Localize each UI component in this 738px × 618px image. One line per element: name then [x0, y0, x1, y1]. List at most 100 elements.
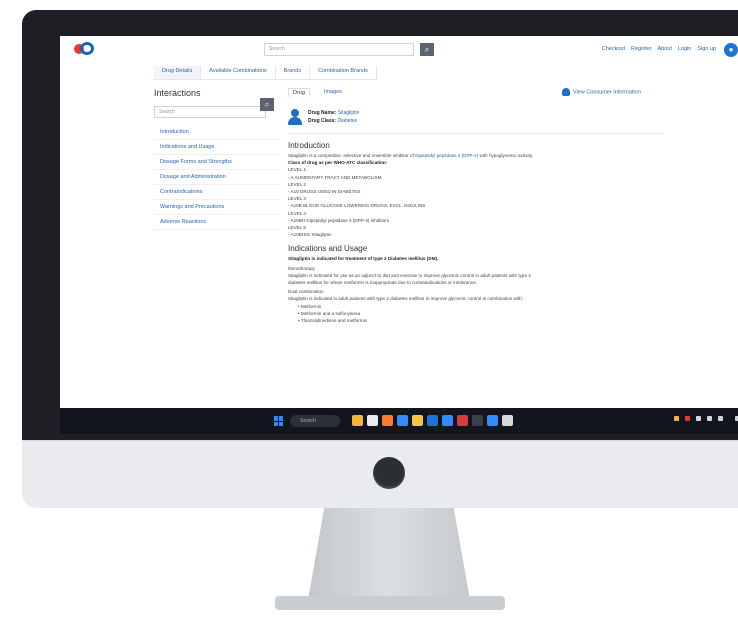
sidebar-item-dosage-forms[interactable]: Dosage Forms and Strengths: [154, 155, 280, 170]
consumer-info-link[interactable]: View Consumer Information: [562, 88, 641, 96]
indications-heading: Indications and Usage: [288, 244, 368, 254]
sidebar-search-icon[interactable]: ⌕: [260, 98, 274, 111]
drug-name-label: Drug Name:: [308, 110, 337, 116]
intro-line-text: - A10BH01 Sitagliptin: [288, 232, 332, 238]
taskbar-app-icon[interactable]: [472, 415, 483, 426]
system-tray: [674, 416, 738, 421]
main-tabs: Drug Details Available Combinations Bran…: [154, 66, 377, 80]
intro-line-text: LEVEL 1: [288, 167, 306, 173]
sidebar-item-indications[interactable]: Indications and Usage: [154, 140, 280, 155]
intro-line-text: LEVEL 3: [288, 196, 306, 202]
indications-monotherapy-line-1: Sitagliptin is indicated for use as an a…: [288, 272, 531, 278]
list-item: • Metformin and a sulfonylurea: [298, 310, 361, 316]
intro-line: - A ALIMENTARY TRACT AND METABOLISM: [288, 174, 664, 181]
top-link-login[interactable]: Login: [678, 46, 691, 52]
top-link-register[interactable]: Register: [631, 46, 651, 52]
indications-dual-label: Dual combination: [288, 289, 324, 295]
bullet-text: Metformin: [300, 303, 322, 309]
content-body: Introduction Sitagliptin is a competitiv…: [288, 133, 664, 324]
indications-monotherapy-label: Monotherapy: [288, 265, 315, 271]
intro-line: LEVEL 5: [288, 224, 664, 231]
search-icon[interactable]: ⌕: [420, 43, 434, 56]
intro-line: - A10B BLOOD GLUCOSE LOWERING DRUGS, EXC…: [288, 202, 664, 209]
drug-meta: Drug Name: Sitagliptin Drug Class: Diabe…: [308, 109, 359, 125]
list-item: • Thiazolidinedione and metformin: [298, 318, 368, 324]
intro-line-text: LEVEL 4: [288, 210, 306, 216]
bullet-text: Metformin and a sulfonylurea: [300, 310, 361, 316]
intro-line-text: - A10BH Dipeptidyl peptidase 4 (DPP-4) i…: [288, 217, 390, 223]
monitor-stand: [308, 508, 470, 600]
intro-line: - A10 DRUGS USED IN DIABETES: [288, 188, 664, 195]
intro-bold-line: Class of drug as per WHO-ATC classificat…: [288, 160, 388, 166]
indications-dual-line-1: Sitagliptin is indicated in adult patien…: [288, 296, 523, 302]
intro-inline-link[interactable]: Dipeptidyl peptidase 4 (DPP-4): [415, 153, 478, 158]
list-item: • Metformin: [298, 303, 322, 309]
tray-icon[interactable]: [685, 416, 690, 421]
drug-person-icon: [288, 109, 302, 125]
intro-line: - A10BH Dipeptidyl peptidase 4 (DPP-4) i…: [288, 217, 664, 224]
taskbar-app-icon[interactable]: [367, 415, 378, 426]
intro-line: Sitagliptin is a competitive, selective …: [288, 152, 664, 159]
drug-class-value[interactable]: Diabetes: [337, 118, 357, 124]
screen: Search ⌕ Checkout Register About Login S…: [60, 36, 738, 434]
introduction-heading: Introduction: [288, 141, 330, 150]
taskbar-apps: [352, 415, 513, 426]
top-search-input[interactable]: Search: [264, 43, 414, 56]
sidebar-item-contraindications[interactable]: Contraindications: [154, 185, 280, 200]
introduction-text: Sitagliptin is a competitive, selective …: [288, 152, 664, 238]
intro-line: LEVEL 4: [288, 210, 664, 217]
person-icon: [562, 88, 570, 96]
intro-line-tail: with hypoglycemic activity.: [478, 153, 534, 158]
sidebar-search-input[interactable]: Search: [154, 106, 266, 118]
subtab-images[interactable]: Images: [320, 88, 346, 97]
intro-line-text: - A10 DRUGS USED IN DIABETES: [288, 189, 361, 195]
top-link-about[interactable]: About: [658, 46, 672, 52]
site-logo[interactable]: [74, 42, 96, 56]
tray-icon[interactable]: [696, 416, 701, 421]
subtab-drug[interactable]: Drug: [288, 88, 310, 97]
drug-name-value[interactable]: Sitagliptin: [338, 110, 360, 116]
top-link-signup[interactable]: Sign up: [697, 46, 716, 52]
bullet-text: Thiazolidinedione and metformin: [300, 318, 368, 324]
sidebar-title: Interactions: [154, 88, 201, 98]
indications-summary: Sitagliptin is indicated for treatment o…: [288, 256, 439, 262]
intro-line: LEVEL 1: [288, 166, 664, 173]
taskbar-app-icon[interactable]: [427, 415, 438, 426]
top-link-checkout[interactable]: Checkout: [602, 46, 625, 52]
sidebar-item-dosage-administration[interactable]: Dosage and Administration: [154, 170, 280, 185]
volume-icon[interactable]: [718, 416, 723, 421]
intro-line: LEVEL 2: [288, 181, 664, 188]
tab-available-combinations[interactable]: Available Combinations: [201, 66, 276, 79]
tab-brands[interactable]: Brands: [276, 66, 311, 79]
taskbar-app-icon[interactable]: [412, 415, 423, 426]
taskbar: Search: [60, 408, 738, 434]
windows-start-icon[interactable]: [274, 416, 284, 426]
intro-line-text: - A ALIMENTARY TRACT AND METABOLISM: [288, 174, 382, 180]
taskbar-search[interactable]: Search: [290, 415, 340, 427]
taskbar-app-icon[interactable]: [487, 415, 498, 426]
intro-line-text: Sitagliptin is a competitive, selective …: [288, 153, 416, 158]
intro-line-text: - A10B BLOOD GLUCOSE LOWERING DRUGS, EXC…: [288, 203, 426, 209]
top-navbar: Search ⌕ Checkout Register About Login S…: [60, 36, 738, 64]
intro-line-text: LEVEL 2: [288, 181, 306, 187]
tray-icon[interactable]: [674, 416, 679, 421]
top-links: Checkout Register About Login Sign up: [602, 46, 716, 52]
tab-drug-details[interactable]: Drug Details: [154, 66, 202, 79]
sidebar-item-introduction[interactable]: Introduction: [154, 125, 280, 140]
main-content: Drug Images View Consumer Information Dr…: [288, 88, 664, 324]
taskbar-app-icon[interactable]: [457, 415, 468, 426]
consumer-info-label[interactable]: View Consumer Information: [573, 89, 641, 95]
taskbar-app-icon[interactable]: [397, 415, 408, 426]
wifi-icon[interactable]: [707, 416, 712, 421]
drug-class-label: Drug Class:: [308, 118, 337, 124]
drug-summary: Drug Name: Sitagliptin Drug Class: Diabe…: [288, 109, 664, 125]
sidebar-item-warnings[interactable]: Warnings and Precautions: [154, 200, 280, 215]
tab-combination-brands[interactable]: Combination Brands: [310, 66, 377, 79]
taskbar-app-icon[interactable]: [502, 415, 513, 426]
taskbar-app-icon[interactable]: [382, 415, 393, 426]
user-avatar-icon[interactable]: ●: [724, 43, 738, 57]
taskbar-app-icon[interactable]: [352, 415, 363, 426]
sidebar-item-adverse-reactions[interactable]: Adverse Reactions: [154, 215, 280, 230]
monitor-stand-base: [275, 596, 505, 610]
taskbar-app-icon[interactable]: [442, 415, 453, 426]
